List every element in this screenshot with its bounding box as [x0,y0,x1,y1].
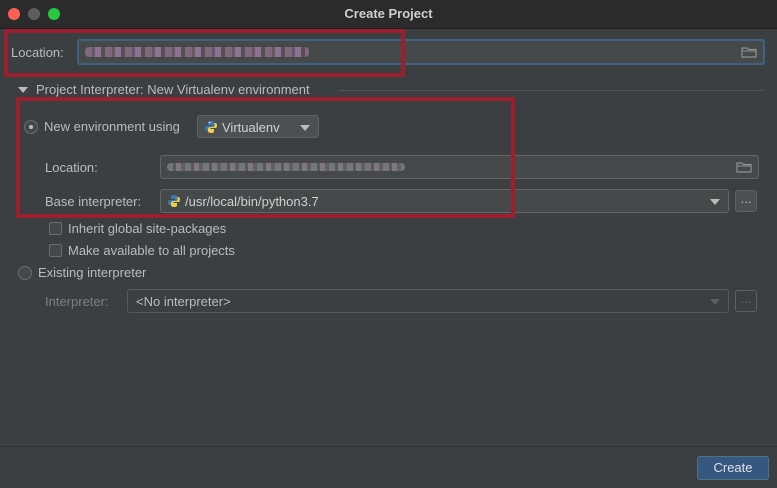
chevron-down-icon [710,199,720,205]
footer-divider [0,446,777,447]
folder-icon[interactable] [736,161,752,173]
existing-interpreter-label[interactable]: Existing interpreter [38,265,146,280]
section-divider [338,90,765,91]
title-bar: Create Project [0,0,777,29]
existing-interpreter-radio[interactable] [18,266,32,280]
folder-icon[interactable] [741,46,757,58]
inherit-site-packages-checkbox[interactable] [49,222,62,235]
interpreter-section-title[interactable]: Project Interpreter: New Virtualenv envi… [36,82,310,97]
existing-interpreter-browse-button[interactable]: ... [735,290,757,312]
inherit-site-packages-label[interactable]: Inherit global site-packages [68,221,226,236]
highlight-box-new-environment [16,97,515,218]
chevron-down-icon [710,299,720,305]
highlight-box-project-location [4,29,405,77]
expand-triangle-icon[interactable] [18,87,28,93]
existing-interpreter-select[interactable]: <No interpreter> [127,289,729,313]
existing-interpreter-value: <No interpreter> [136,294,231,309]
create-project-dialog: Create Project Location: Project Interpr… [0,0,777,488]
base-interpreter-browse-button[interactable]: ... [735,190,757,212]
make-available-checkbox[interactable] [49,244,62,257]
window-title: Create Project [344,6,433,21]
create-button[interactable]: Create [697,456,769,480]
make-available-label[interactable]: Make available to all projects [68,243,235,258]
interpreter-label: Interpreter: [45,294,109,309]
